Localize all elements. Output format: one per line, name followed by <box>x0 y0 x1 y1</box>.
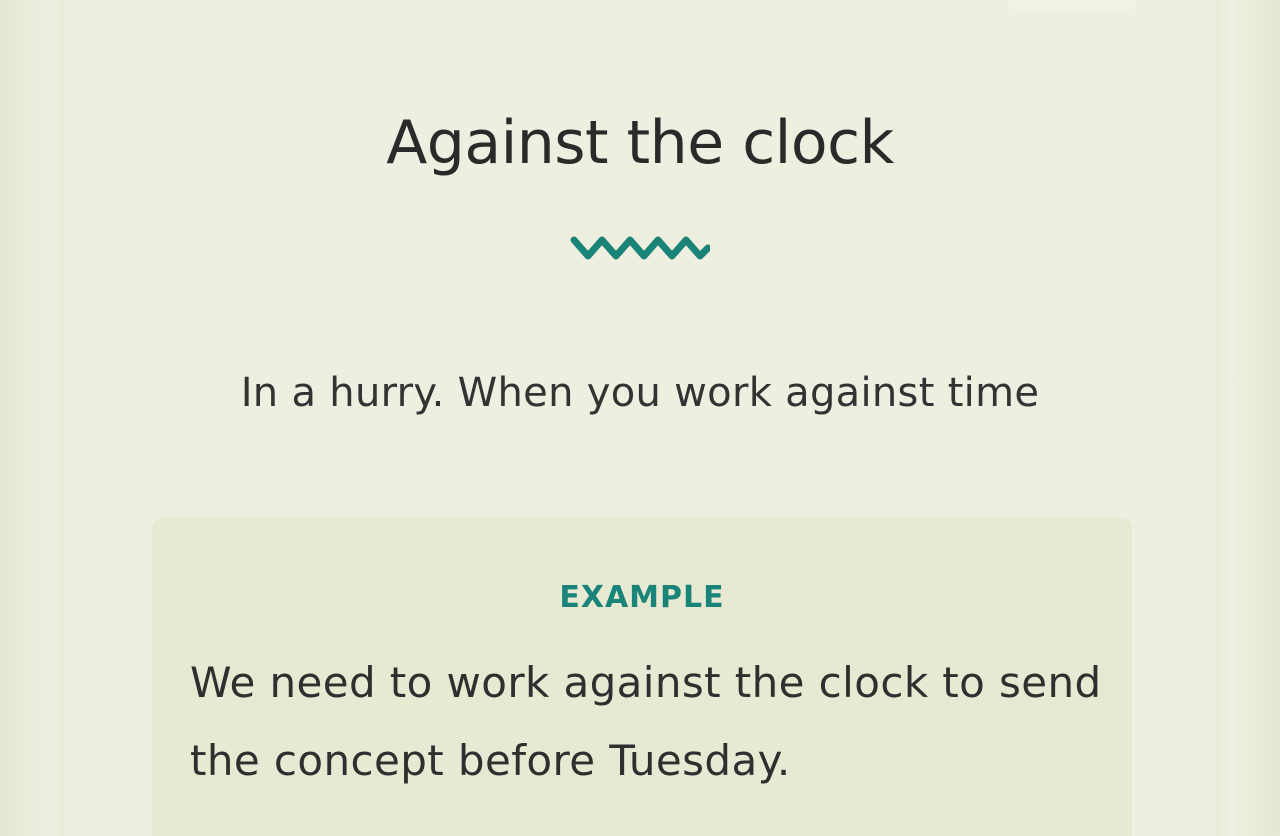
idiom-definition: In a hurry. When you work against time <box>240 370 1040 416</box>
idiom-card: Against the clock In a hurry. When you w… <box>64 0 1216 836</box>
idiom-title: Against the clock <box>386 108 894 178</box>
left-background-edge <box>0 0 64 836</box>
top-tab-fragment <box>1008 0 1136 10</box>
example-sentence: We need to work against the clock to sen… <box>190 658 1102 785</box>
example-box: EXAMPLE We need to work against the cloc… <box>152 518 1132 836</box>
example-label: EXAMPLE <box>559 580 725 615</box>
wave-divider-icon <box>570 236 710 260</box>
right-background-edge <box>1216 0 1280 836</box>
